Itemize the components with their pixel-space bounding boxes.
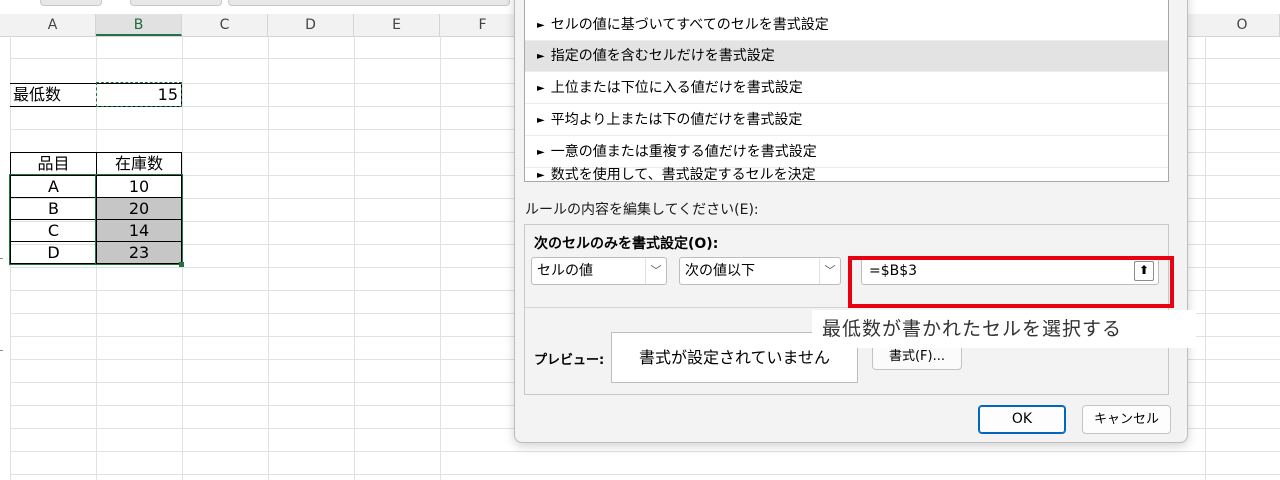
column-header-o[interactable]: O — [1205, 14, 1280, 36]
arrow-right-icon: ► — [537, 170, 545, 181]
row-tick — [0, 350, 3, 351]
condition-label: 次のセルのみを書式設定(O): — [534, 236, 719, 252]
column-header-a[interactable]: A — [10, 14, 96, 36]
sheet-tab-stub — [228, 0, 510, 6]
rule-type-label: 指定の値を含むセルだけを書式設定 — [550, 48, 775, 64]
ok-button[interactable]: OK — [978, 405, 1066, 434]
sheet-tab-stub — [40, 0, 102, 6]
arrow-right-icon: ► — [537, 51, 545, 62]
gridline — [268, 36, 269, 480]
annotation-highlight-box — [848, 256, 1174, 308]
gridline — [1205, 36, 1206, 480]
rule-type-label: 一意の値または重複する値だけを書式設定 — [550, 144, 817, 160]
column-header-e[interactable]: E — [354, 14, 440, 36]
chevron-down-icon: ﹀ — [645, 258, 666, 284]
edit-rule-label: ルールの内容を編集してください(E): — [525, 202, 759, 218]
cell-value-dropdown[interactable]: セルの値 ﹀ — [531, 257, 667, 285]
column-header-c[interactable]: C — [182, 14, 268, 36]
rule-type-item[interactable]: ► 上位または下位に入る値だけを書式設定 — [525, 73, 1168, 104]
rule-type-label: 上位または下位に入る値だけを書式設定 — [550, 80, 803, 96]
sheet-tab-stub — [130, 0, 222, 6]
column-header-b[interactable]: B — [96, 14, 182, 36]
column-header-d[interactable]: D — [268, 14, 354, 36]
rule-type-item[interactable]: ► セルの値に基づいてすべてのセルを書式設定 — [525, 10, 1168, 41]
copy-marquee — [96, 82, 182, 107]
chevron-down-icon: ﹀ — [819, 258, 840, 284]
gridline — [354, 36, 355, 480]
arrow-right-icon: ► — [537, 83, 545, 94]
fill-handle[interactable] — [179, 262, 184, 267]
row-tick — [0, 258, 3, 259]
rule-type-item[interactable]: ► 数式を使用して、書式設定するセルを決定 — [525, 167, 1168, 183]
rule-type-list[interactable]: ► セルの値に基づいてすべてのセルを書式設定 ► 指定の値を含むセルだけを書式設定 … — [524, 0, 1169, 183]
table-header-qty[interactable]: 在庫数 — [96, 152, 182, 176]
annotation-callout: 最低数が書かれたセルを選択する — [812, 310, 1196, 348]
gridline — [10, 451, 1280, 452]
arrow-right-icon: ► — [537, 20, 545, 31]
rule-type-item[interactable]: ► 平均より上または下の値だけを書式設定 — [525, 105, 1168, 136]
new-formatting-rule-dialog: ► セルの値に基づいてすべてのセルを書式設定 ► 指定の値を含むセルだけを書式設定 … — [514, 0, 1188, 443]
cell-selection-range[interactable] — [95, 174, 183, 265]
gridline — [10, 474, 1280, 475]
arrow-right-icon: ► — [537, 115, 545, 126]
cell-min-label[interactable]: 最低数 — [10, 83, 96, 107]
operator-dropdown[interactable]: 次の値以下 ﹀ — [679, 257, 841, 285]
rule-type-label: セルの値に基づいてすべてのセルを書式設定 — [550, 17, 829, 33]
rule-type-item-selected[interactable]: ► 指定の値を含むセルだけを書式設定 — [525, 41, 1168, 72]
preview-label: プレビュー: — [534, 353, 605, 368]
rule-type-label: 平均より上または下の値だけを書式設定 — [550, 112, 803, 128]
cancel-button[interactable]: キャンセル — [1082, 405, 1171, 434]
gridline — [440, 36, 441, 480]
rule-type-label: 数式を使用して、書式設定するセルを決定 — [550, 167, 816, 183]
dropdown-value: 次の値以下 — [685, 263, 755, 279]
table-header-item[interactable]: 品目 — [10, 152, 96, 176]
dropdown-value: セルの値 — [537, 263, 593, 279]
